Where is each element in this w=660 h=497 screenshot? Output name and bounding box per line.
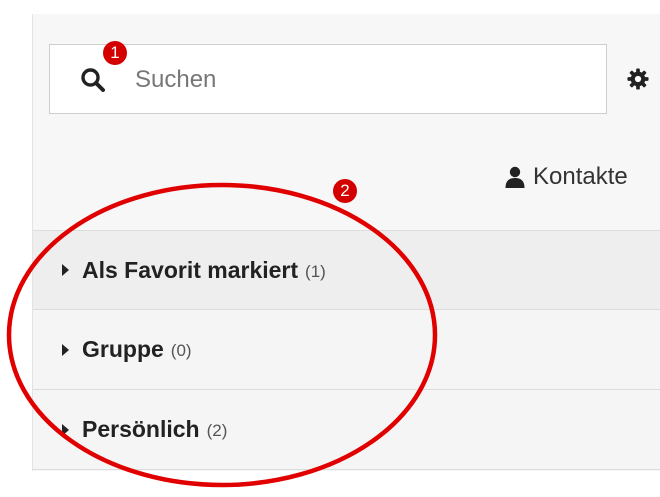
group-row-gruppe[interactable]: Gruppe (0) — [33, 310, 660, 390]
caret-right-icon — [62, 343, 69, 356]
search-input[interactable] — [133, 59, 577, 101]
group-name: Als Favorit markiert — [82, 256, 299, 283]
group-count: (0) — [170, 341, 192, 360]
person-icon — [505, 166, 525, 188]
caret-right-icon — [62, 264, 69, 276]
search-icon — [81, 68, 105, 92]
group-row-favorites[interactable]: Als Favorit markiert (1) — [33, 230, 660, 310]
contacts-label: Kontakte — [533, 163, 628, 190]
group-name: Persönlich — [82, 416, 200, 442]
annotation-badge-2: 2 — [333, 179, 357, 203]
contacts-panel: Kontakte Als Favorit markiert (1) Gruppe… — [32, 14, 660, 471]
caret-right-icon — [62, 423, 69, 436]
search-box[interactable] — [49, 44, 607, 114]
group-count: (2) — [206, 421, 228, 440]
annotation-badge-1: 1 — [103, 41, 127, 65]
contacts-link[interactable]: Kontakte — [505, 160, 628, 194]
gear-icon[interactable] — [627, 68, 649, 90]
group-row-personal[interactable]: Persönlich (2) — [33, 390, 660, 470]
group-name: Gruppe — [82, 336, 164, 362]
group-count: (1) — [305, 261, 326, 281]
